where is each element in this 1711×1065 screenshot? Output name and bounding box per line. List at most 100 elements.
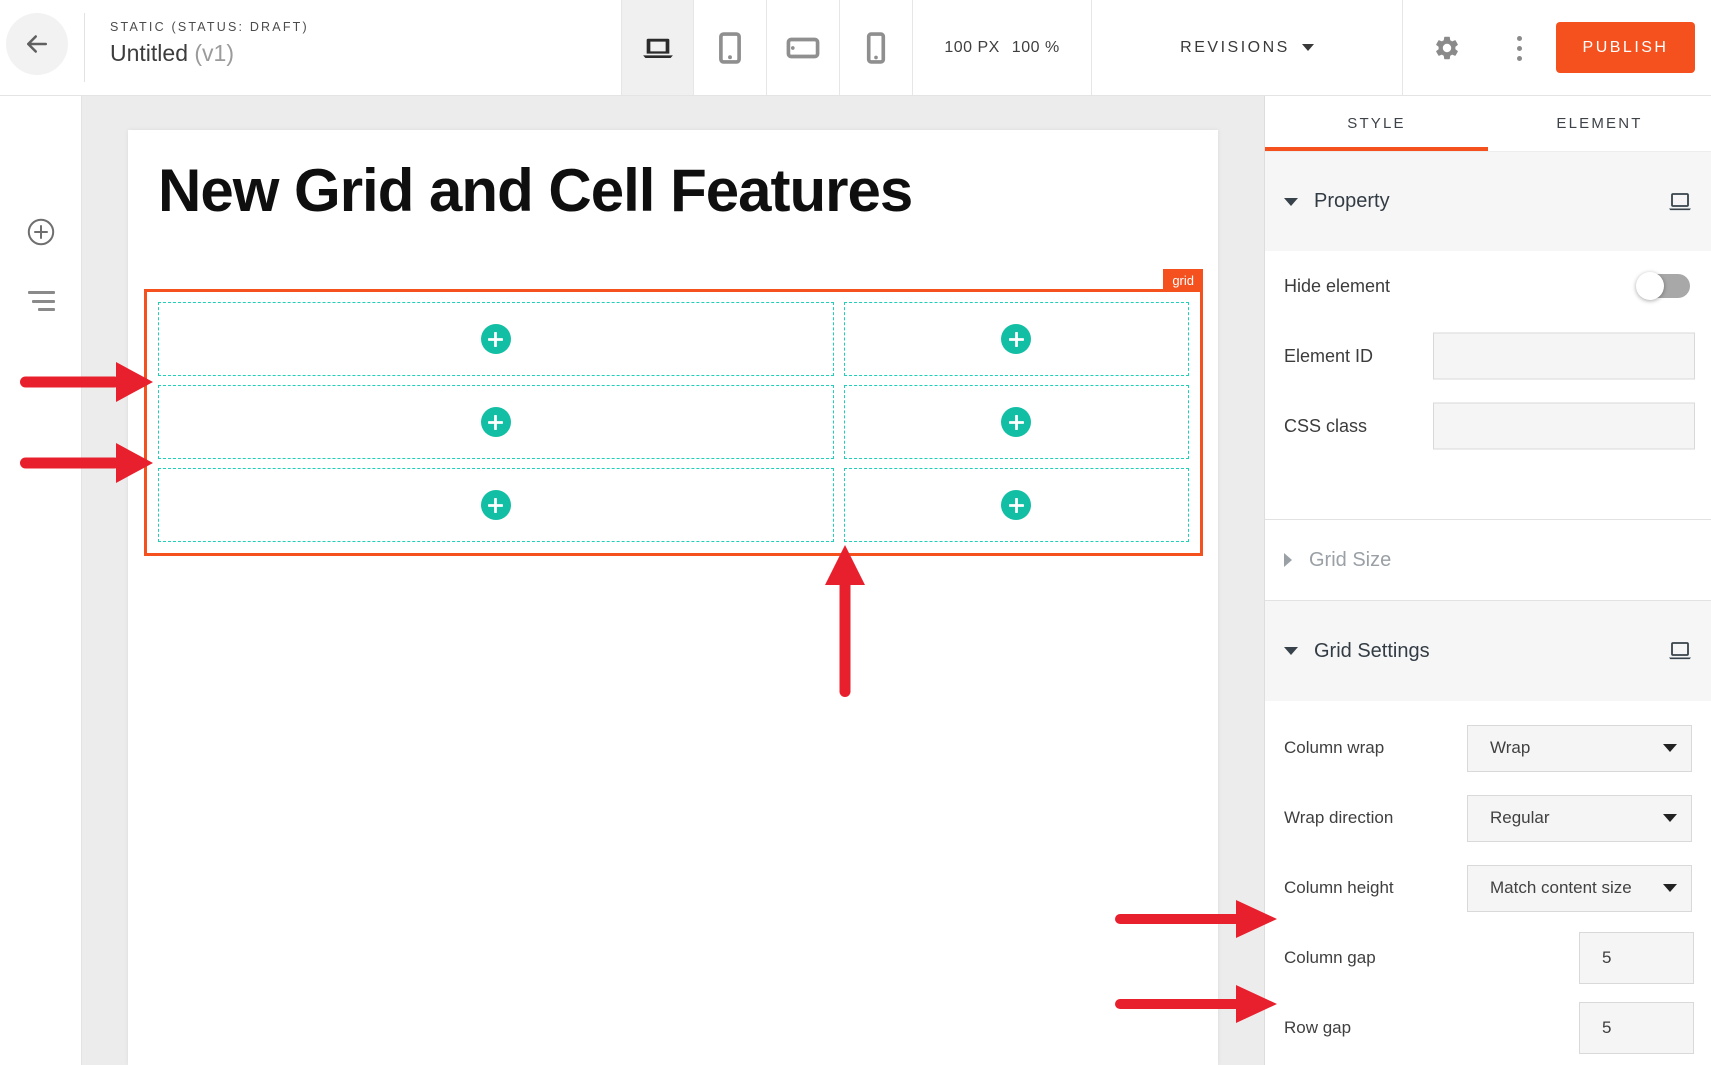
hide-element-label: Hide element bbox=[1284, 276, 1390, 297]
row-gap-label: Row gap bbox=[1284, 1018, 1351, 1038]
document-status: STATIC (STATUS: DRAFT) bbox=[110, 20, 309, 34]
back-button[interactable] bbox=[6, 13, 68, 75]
wrap-direction-select[interactable]: Regular bbox=[1467, 795, 1692, 842]
revisions-label: REVISIONS bbox=[1180, 39, 1290, 57]
column-gap-input[interactable] bbox=[1579, 932, 1694, 984]
device-phone-button[interactable] bbox=[840, 0, 913, 95]
viewport-zoom-value: 100 % bbox=[1012, 39, 1060, 57]
add-content-button[interactable] bbox=[481, 324, 511, 354]
add-element-button[interactable] bbox=[27, 218, 55, 246]
arrow-left-icon bbox=[22, 29, 52, 59]
grid-cell[interactable] bbox=[844, 468, 1189, 542]
document-title: Untitled (v1) bbox=[110, 40, 309, 67]
column-wrap-select[interactable]: Wrap bbox=[1467, 725, 1692, 772]
page-preview[interactable]: New Grid and Cell Features grid bbox=[128, 130, 1218, 1065]
panel-tabs: STYLE ELEMENT bbox=[1265, 96, 1711, 151]
device-laptop-button[interactable] bbox=[621, 0, 694, 95]
grid-element[interactable]: grid bbox=[144, 289, 1203, 556]
document-title-text: Untitled bbox=[110, 40, 188, 66]
device-preview-switcher bbox=[621, 0, 913, 95]
add-content-button[interactable] bbox=[481, 490, 511, 520]
more-options-button[interactable] bbox=[1504, 26, 1534, 70]
kebab-dot bbox=[1517, 36, 1522, 41]
plus-icon bbox=[1009, 498, 1024, 513]
document-meta: STATIC (STATUS: DRAFT) Untitled (v1) bbox=[110, 20, 309, 67]
kebab-dot bbox=[1517, 56, 1522, 61]
add-content-button[interactable] bbox=[1001, 407, 1031, 437]
css-class-label: CSS class bbox=[1284, 416, 1367, 437]
plus-icon bbox=[488, 332, 503, 347]
column-height-value: Match content size bbox=[1490, 878, 1632, 898]
device-scope-laptop-icon[interactable] bbox=[1668, 641, 1692, 661]
settings-button[interactable] bbox=[1424, 32, 1470, 64]
property-section-title: Property bbox=[1314, 190, 1668, 213]
phone-icon bbox=[865, 31, 887, 65]
grid-element-tag: grid bbox=[1163, 269, 1203, 292]
tab-style[interactable]: STYLE bbox=[1265, 96, 1488, 151]
chevron-down-icon bbox=[1302, 44, 1314, 51]
grid-cell[interactable] bbox=[158, 468, 834, 542]
publish-button[interactable]: PUBLISH bbox=[1556, 22, 1695, 73]
element-id-label: Element ID bbox=[1284, 346, 1373, 367]
wrap-direction-row: Wrap direction Regular bbox=[1265, 783, 1711, 853]
app-window: STATIC (STATUS: DRAFT) Untitled (v1) 100… bbox=[0, 0, 1711, 1065]
grid-settings-section-title: Grid Settings bbox=[1314, 640, 1668, 663]
grid-size-section-header[interactable]: Grid Size bbox=[1265, 519, 1711, 601]
grid-cell[interactable] bbox=[158, 385, 834, 459]
grid-cells bbox=[147, 292, 1200, 553]
collapse-arrow-icon bbox=[1284, 198, 1298, 206]
toggle-knob bbox=[1636, 272, 1664, 300]
add-content-button[interactable] bbox=[1001, 324, 1031, 354]
wrap-direction-label: Wrap direction bbox=[1284, 808, 1393, 828]
column-gap-label: Column gap bbox=[1284, 948, 1376, 968]
row-gap-row: Row gap bbox=[1265, 993, 1711, 1063]
tablet-portrait-icon bbox=[715, 31, 745, 65]
grid-cell[interactable] bbox=[158, 302, 834, 376]
column-wrap-value: Wrap bbox=[1490, 738, 1530, 758]
column-height-select[interactable]: Match content size bbox=[1467, 865, 1692, 912]
chevron-down-icon bbox=[1663, 744, 1677, 752]
laptop-icon bbox=[641, 31, 675, 65]
kebab-dot bbox=[1517, 46, 1522, 51]
column-height-label: Column height bbox=[1284, 878, 1394, 898]
layers-button[interactable] bbox=[28, 291, 55, 311]
tab-element[interactable]: ELEMENT bbox=[1488, 96, 1711, 151]
css-class-input[interactable] bbox=[1433, 403, 1695, 450]
viewport-zoom-readout: 100 PX 100 % bbox=[913, 0, 1092, 95]
column-gap-row: Column gap bbox=[1265, 923, 1711, 993]
top-toolbar: STATIC (STATUS: DRAFT) Untitled (v1) 100… bbox=[0, 0, 1711, 96]
grid-cell[interactable] bbox=[844, 302, 1189, 376]
grid-settings-section-header[interactable]: Grid Settings bbox=[1265, 601, 1711, 701]
expand-arrow-icon bbox=[1284, 553, 1292, 567]
device-tablet-button[interactable] bbox=[694, 0, 767, 95]
plus-icon bbox=[488, 415, 503, 430]
style-panel: STYLE ELEMENT Property Hide element Elem… bbox=[1264, 96, 1711, 1065]
tablet-landscape-icon bbox=[786, 37, 820, 59]
plus-icon bbox=[488, 498, 503, 513]
grid-cell[interactable] bbox=[844, 385, 1189, 459]
css-class-row: CSS class bbox=[1265, 391, 1711, 461]
row-gap-input[interactable] bbox=[1579, 1002, 1694, 1054]
column-wrap-row: Column wrap Wrap bbox=[1265, 713, 1711, 783]
revisions-dropdown[interactable]: REVISIONS bbox=[1092, 0, 1403, 95]
property-section-header[interactable]: Property bbox=[1265, 151, 1711, 251]
collapse-arrow-icon bbox=[1284, 647, 1298, 655]
grid-size-section-title: Grid Size bbox=[1309, 549, 1391, 572]
editor-canvas: New Grid and Cell Features grid bbox=[82, 96, 1264, 1065]
element-id-input[interactable] bbox=[1433, 333, 1695, 380]
column-height-row: Column height Match content size bbox=[1265, 853, 1711, 923]
plus-icon bbox=[1009, 332, 1024, 347]
element-id-row: Element ID bbox=[1265, 321, 1711, 391]
column-wrap-label: Column wrap bbox=[1284, 738, 1384, 758]
device-scope-laptop-icon[interactable] bbox=[1668, 192, 1692, 212]
document-version: (v1) bbox=[194, 40, 234, 66]
add-content-button[interactable] bbox=[481, 407, 511, 437]
device-tablet-landscape-button[interactable] bbox=[767, 0, 840, 95]
gear-icon bbox=[1433, 34, 1461, 62]
add-content-button[interactable] bbox=[1001, 490, 1031, 520]
hide-element-toggle[interactable] bbox=[1638, 274, 1690, 298]
hide-element-row: Hide element bbox=[1265, 251, 1711, 321]
wrap-direction-value: Regular bbox=[1490, 808, 1550, 828]
divider bbox=[84, 13, 85, 82]
page-title: New Grid and Cell Features bbox=[158, 156, 912, 225]
